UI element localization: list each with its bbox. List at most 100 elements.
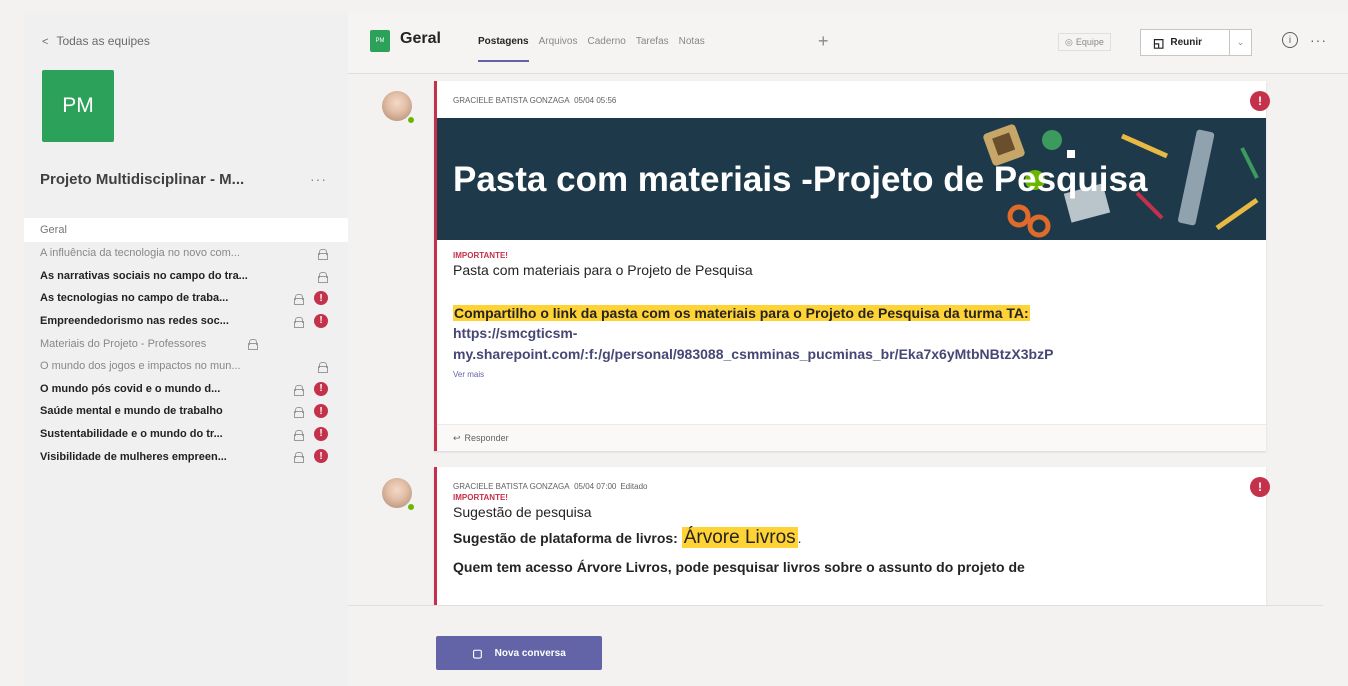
meet-dropdown-chevron-icon[interactable]: ⌄ — [1230, 29, 1252, 56]
meet-button-label: Reunir — [1170, 37, 1203, 48]
sharepoint-link-line2[interactable]: my.sharepoint.com/:f:/g/personal/983088_… — [453, 346, 1053, 362]
channel-item[interactable]: Geral — [24, 218, 348, 242]
post-author: GRACIELE BATISTA GONZAGA — [453, 96, 570, 105]
post-body-line1: Sugestão de plataforma de livros: Árvore… — [453, 527, 802, 549]
channel-label: As narrativas sociais no campo do tra... — [40, 269, 248, 282]
back-to-teams-link[interactable]: < Todas as equipes — [42, 34, 150, 48]
channel-item[interactable]: As narrativas sociais no campo do tra... — [24, 265, 348, 288]
compose-icon: ▢ — [472, 647, 483, 660]
channel-item[interactable]: Empreendedorismo nas redes soc...! — [24, 310, 348, 333]
main-panel: PM Geral Postagens Arquivos Caderno Tare… — [348, 12, 1348, 686]
meet-button[interactable]: ◱ Reunir — [1140, 29, 1230, 56]
important-alert-icon: ! — [314, 426, 328, 441]
lock-icon — [294, 384, 304, 396]
lock-icon — [294, 429, 304, 441]
channel-label: Empreendedorismo nas redes soc... — [40, 315, 229, 328]
post-subject: Sugestão de pesquisa — [453, 504, 592, 520]
reply-arrow-icon: ↩ — [453, 432, 461, 443]
team-button[interactable]: ◎ Equipe — [1058, 33, 1111, 51]
team-more-options-icon[interactable]: ··· — [310, 171, 327, 187]
post-subject: Pasta com materiais para o Projeto de Pe… — [453, 262, 753, 278]
edited-label: Editado — [620, 482, 648, 491]
channel-label: Saúde mental e mundo de trabalho — [40, 405, 223, 418]
post-author: GRACIELE BATISTA GONZAGA — [453, 482, 570, 491]
tab-arquivos[interactable]: Arquivos — [539, 36, 578, 47]
banner-title: Pasta com materiais -Projeto de Pesquisa — [453, 160, 1148, 199]
post-banner-image: Pasta com materiais -Projeto de Pesquisa — [437, 118, 1266, 240]
tab-notas[interactable]: Notas — [679, 36, 705, 47]
lock-icon — [318, 361, 328, 373]
sharepoint-link-line1[interactable]: https://smcgticsm- — [453, 325, 577, 341]
channel-label: O mundo pós covid e o mundo d... — [40, 382, 221, 395]
important-alert-icon: ! — [314, 381, 328, 396]
channel-title: Geral — [400, 30, 441, 47]
channel-list: Geral A influência da tecnologia no novo … — [24, 218, 348, 468]
reply-button[interactable]: ↩ Responder — [437, 424, 1266, 451]
team-button-label: Equipe — [1075, 37, 1104, 47]
lock-icon — [294, 316, 304, 328]
presence-available-icon — [406, 502, 416, 512]
important-alert-icon: ! — [314, 313, 328, 328]
important-label: IMPORTANTE! — [453, 251, 508, 260]
back-label: Todas as equipes — [56, 34, 150, 48]
tab-bar: Postagens Arquivos Caderno Tarefas Notas — [478, 36, 705, 62]
channel-label: Geral — [40, 224, 67, 236]
channel-label: A influência da tecnologia no novo com..… — [40, 247, 240, 260]
new-conversation-button[interactable]: ▢ Nova conversa — [436, 636, 602, 670]
post-time: 05/04 07:00 — [574, 482, 617, 491]
important-icon: ! — [1250, 477, 1270, 497]
highlighted-text: Compartilho o link da pasta com os mater… — [453, 305, 1030, 321]
body-suffix: . — [797, 530, 802, 546]
post-meta: GRACIELE BATISTA GONZAGA 05/04 07:00 Edit… — [453, 482, 647, 491]
important-alert-icon: ! — [314, 291, 328, 306]
channel-item[interactable]: O mundo pós covid e o mundo d...! — [24, 378, 348, 401]
post-card[interactable]: GRACIELE BATISTA GONZAGA 05/04 07:00 Edit… — [434, 467, 1270, 605]
video-camera-icon: ◱ — [1153, 35, 1165, 50]
channel-label: Materiais do Projeto - Professores — [40, 337, 207, 350]
channel-label: O mundo dos jogos e impactos no mun... — [40, 360, 241, 373]
tab-tarefas[interactable]: Tarefas — [636, 36, 669, 47]
see-more-link[interactable]: Ver mais — [453, 370, 484, 379]
lock-icon — [294, 294, 304, 306]
team-avatar-small: PM — [370, 30, 390, 52]
arvore-livros-highlight: Árvore Livros — [681, 527, 798, 548]
channel-item[interactable]: Materiais do Projeto - Professores — [24, 332, 348, 355]
sidebar: < Todas as equipes PM Projeto Multidiscip… — [24, 12, 348, 686]
important-icon: ! — [1250, 91, 1270, 111]
channel-header: PM Geral Postagens Arquivos Caderno Tare… — [348, 12, 1348, 74]
compose-divider — [348, 605, 1323, 606]
presence-available-icon — [406, 115, 416, 125]
post-time: 05/04 05:56 — [574, 96, 617, 105]
channel-item[interactable]: A influência da tecnologia no novo com..… — [24, 242, 348, 265]
channel-item[interactable]: Visibilidade de mulheres empreen...! — [24, 445, 348, 468]
post-card[interactable]: GRACIELE BATISTA GONZAGA 05/04 05:56 ! P… — [434, 81, 1270, 451]
post-body-line2: Quem tem acesso Árvore Livros, pode pesq… — [453, 559, 1025, 575]
lock-icon — [318, 249, 328, 260]
lock-icon — [318, 271, 328, 283]
important-alert-icon: ! — [314, 449, 328, 464]
team-avatar: PM — [42, 70, 114, 142]
tab-postagens[interactable]: Postagens — [478, 36, 529, 62]
lock-icon — [294, 452, 304, 464]
channel-item[interactable]: Saúde mental e mundo de trabalho! — [24, 400, 348, 423]
lock-icon — [248, 339, 258, 351]
channel-label: As tecnologias no campo de traba... — [40, 292, 229, 305]
more-options-icon[interactable]: ··· — [1310, 32, 1327, 48]
channel-label: Sustentabilidade e o mundo do tr... — [40, 428, 223, 441]
important-alert-icon: ! — [314, 404, 328, 419]
important-label: IMPORTANTE! — [453, 493, 508, 502]
info-icon[interactable]: i — [1282, 32, 1298, 48]
add-tab-icon[interactable]: + — [818, 31, 829, 52]
eye-icon: ◎ — [1065, 36, 1073, 47]
lock-icon — [294, 407, 304, 419]
body-prefix: Sugestão de plataforma de livros: — [453, 530, 678, 546]
channel-item[interactable]: O mundo dos jogos e impactos no mun... — [24, 355, 348, 378]
channel-item[interactable]: As tecnologias no campo de traba...! — [24, 287, 348, 310]
channel-item[interactable]: Sustentabilidade e o mundo do tr...! — [24, 423, 348, 446]
reply-label: Responder — [464, 433, 509, 443]
message-feed[interactable]: GRACIELE BATISTA GONZAGA 05/04 05:56 ! P… — [348, 75, 1348, 605]
team-name: Projeto Multidisciplinar - M... — [40, 171, 245, 188]
new-conversation-label: Nova conversa — [494, 647, 566, 659]
post-meta: GRACIELE BATISTA GONZAGA 05/04 05:56 — [453, 96, 616, 105]
tab-caderno[interactable]: Caderno — [587, 36, 625, 47]
